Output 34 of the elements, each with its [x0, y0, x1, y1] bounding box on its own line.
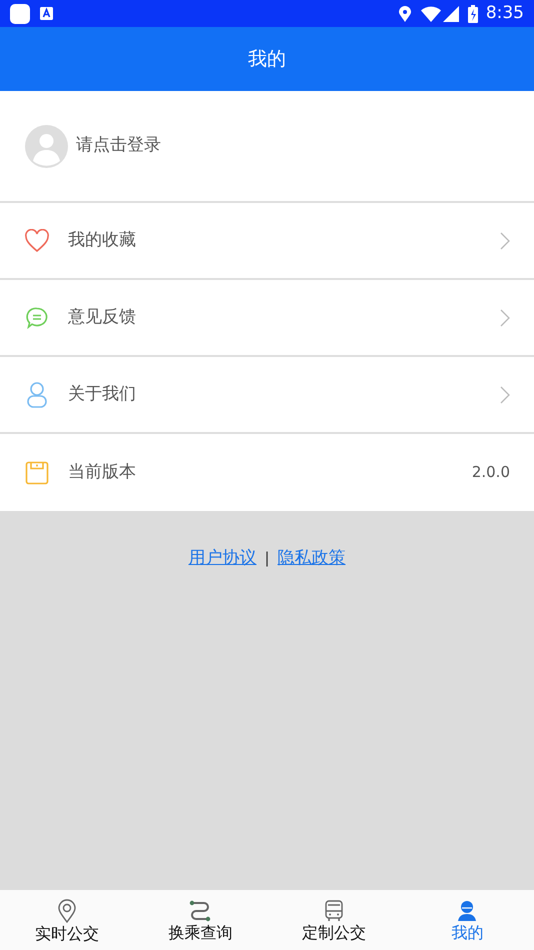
tab-item[interactable]: 换乘查询	[134, 890, 267, 950]
menu-label: 关于我们	[68, 382, 136, 406]
signal-icon	[442, 6, 459, 22]
person-icon	[457, 900, 478, 922]
menu-row[interactable]: 意见反馈	[0, 280, 534, 357]
location-icon	[398, 6, 411, 22]
menu-label: 我的收藏	[68, 228, 136, 252]
chevron-right-icon	[500, 386, 510, 404]
battery-charging-icon	[468, 4, 478, 22]
heart-icon	[24, 228, 50, 252]
tab-item[interactable]: 我的	[400, 890, 534, 950]
avatar-icon	[25, 124, 68, 168]
bus-icon	[324, 900, 344, 922]
menu-label: 当前版本	[68, 460, 136, 484]
wifi-icon	[420, 6, 441, 22]
location-pin-icon	[56, 898, 77, 922]
status-time: 8:35	[486, 5, 524, 22]
menu-row[interactable]: 关于我们	[0, 357, 534, 434]
tab-item[interactable]: 实时公交	[0, 890, 134, 950]
link-separator: |	[264, 548, 270, 569]
chevron-right-icon	[500, 232, 510, 250]
page-title: 我的	[248, 46, 286, 72]
app-notification-icon	[10, 4, 30, 24]
route-icon	[189, 900, 212, 922]
chevron-right-icon	[500, 308, 510, 326]
person-icon	[26, 380, 48, 408]
login-row[interactable]: 请点击登录	[0, 91, 534, 201]
tab-item[interactable]: 定制公交	[267, 890, 400, 950]
menu-row[interactable]: 当前版本 2.0.0	[0, 434, 534, 511]
notification-icon	[40, 7, 53, 20]
chat-bubble-icon	[25, 306, 49, 330]
menu-label: 意见反馈	[68, 306, 136, 329]
version-number: 2.0.0	[472, 462, 510, 484]
menu-row[interactable]: 我的收藏	[0, 203, 534, 280]
